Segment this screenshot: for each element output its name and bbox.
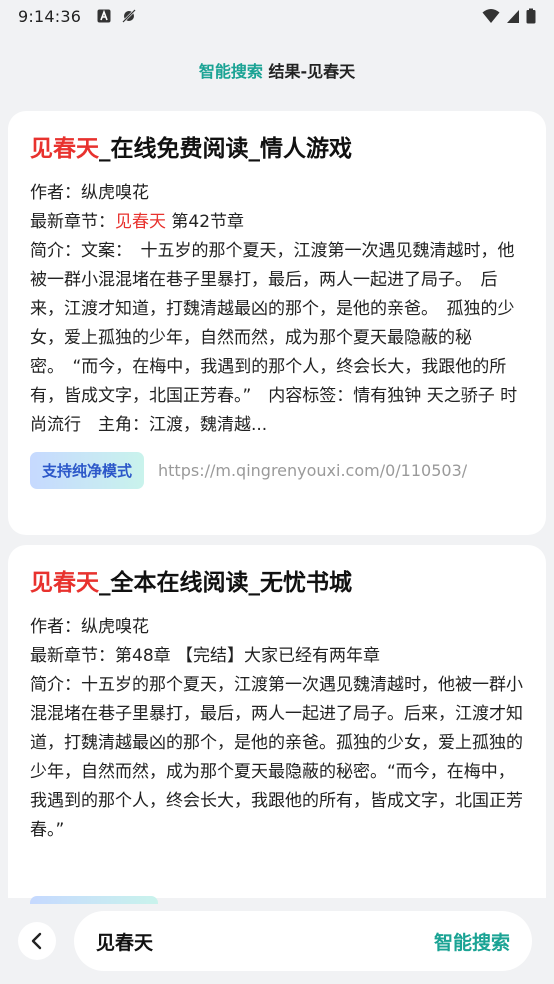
result-latest-chapter: 最新章节：第48章 【完结】大家已经有两年章	[30, 642, 524, 671]
back-button[interactable]	[18, 922, 56, 960]
cellular-icon	[507, 10, 519, 23]
partially-hidden-badge	[30, 896, 158, 904]
result-title-highlight: 见春天	[30, 136, 99, 162]
author-label: 作者：	[30, 617, 81, 637]
result-latest-chapter: 最新章节：见春天 第42节章	[30, 208, 524, 237]
result-author: 作者：纵虎嗅花	[30, 179, 524, 208]
smart-search-button[interactable]: 智能搜索	[434, 928, 510, 955]
result-url[interactable]: https://m.qingrenyouxi.com/0/110503/	[158, 461, 467, 480]
page-title-accent: 智能搜索	[198, 62, 263, 81]
battery-icon	[526, 8, 536, 24]
latest-highlight: 见春天	[115, 212, 166, 232]
result-title-text: _在线免费阅读_情人游戏	[99, 136, 352, 162]
result-author: 作者：纵虎嗅花	[30, 613, 524, 642]
signal-off-icon	[122, 9, 136, 23]
a-badge-icon	[97, 9, 111, 23]
result-card[interactable]: 见春天_在线免费阅读_情人游戏 作者：纵虎嗅花 最新章节：见春天 第42节章 简…	[8, 111, 546, 535]
result-title-text: _全本在线阅读_无忧书城	[99, 570, 352, 596]
search-box[interactable]: 见春天 智能搜索	[74, 911, 532, 971]
latest-value: 第42节章	[166, 212, 245, 232]
result-summary: 简介：文案： 十五岁的那个夏天，江渡第一次遇见魏清越时，他被一群小混混堵在巷子里…	[30, 241, 518, 435]
chevron-left-icon	[31, 932, 42, 950]
latest-label: 最新章节：	[30, 646, 115, 666]
pure-mode-badge[interactable]: 支持纯净模式	[30, 452, 145, 489]
status-time: 9:14:36	[18, 6, 82, 26]
latest-value: 第48章 【完结】大家已经有两年章	[115, 646, 381, 666]
wifi-icon	[482, 9, 500, 23]
author-value: 纵虎嗅花	[81, 183, 149, 203]
author-value: 纵虎嗅花	[81, 617, 149, 637]
result-card[interactable]: 见春天_全本在线阅读_无忧书城 作者：纵虎嗅花 最新章节：第48章 【完结】大家…	[8, 545, 546, 925]
result-title[interactable]: 见春天_在线免费阅读_情人游戏	[30, 133, 524, 165]
page-title: 智能搜索 结果-见春天	[0, 58, 554, 82]
result-title[interactable]: 见春天_全本在线阅读_无忧书城	[30, 567, 524, 599]
page-title-text: 结果-见春天	[262, 62, 356, 81]
result-footer: 支持纯净模式 https://m.qingrenyouxi.com/0/1105…	[30, 452, 524, 489]
bottom-search-bar: 见春天 智能搜索	[0, 898, 554, 984]
search-query[interactable]: 见春天	[96, 928, 153, 955]
author-label: 作者：	[30, 183, 81, 203]
status-bar: 9:14:36	[0, 0, 554, 32]
latest-label: 最新章节：	[30, 212, 115, 232]
result-summary: 简介：十五岁的那个夏天，江渡第一次遇见魏清越时，他被一群小混混堵在巷子里暴打，最…	[30, 675, 523, 840]
result-title-highlight: 见春天	[30, 570, 99, 596]
